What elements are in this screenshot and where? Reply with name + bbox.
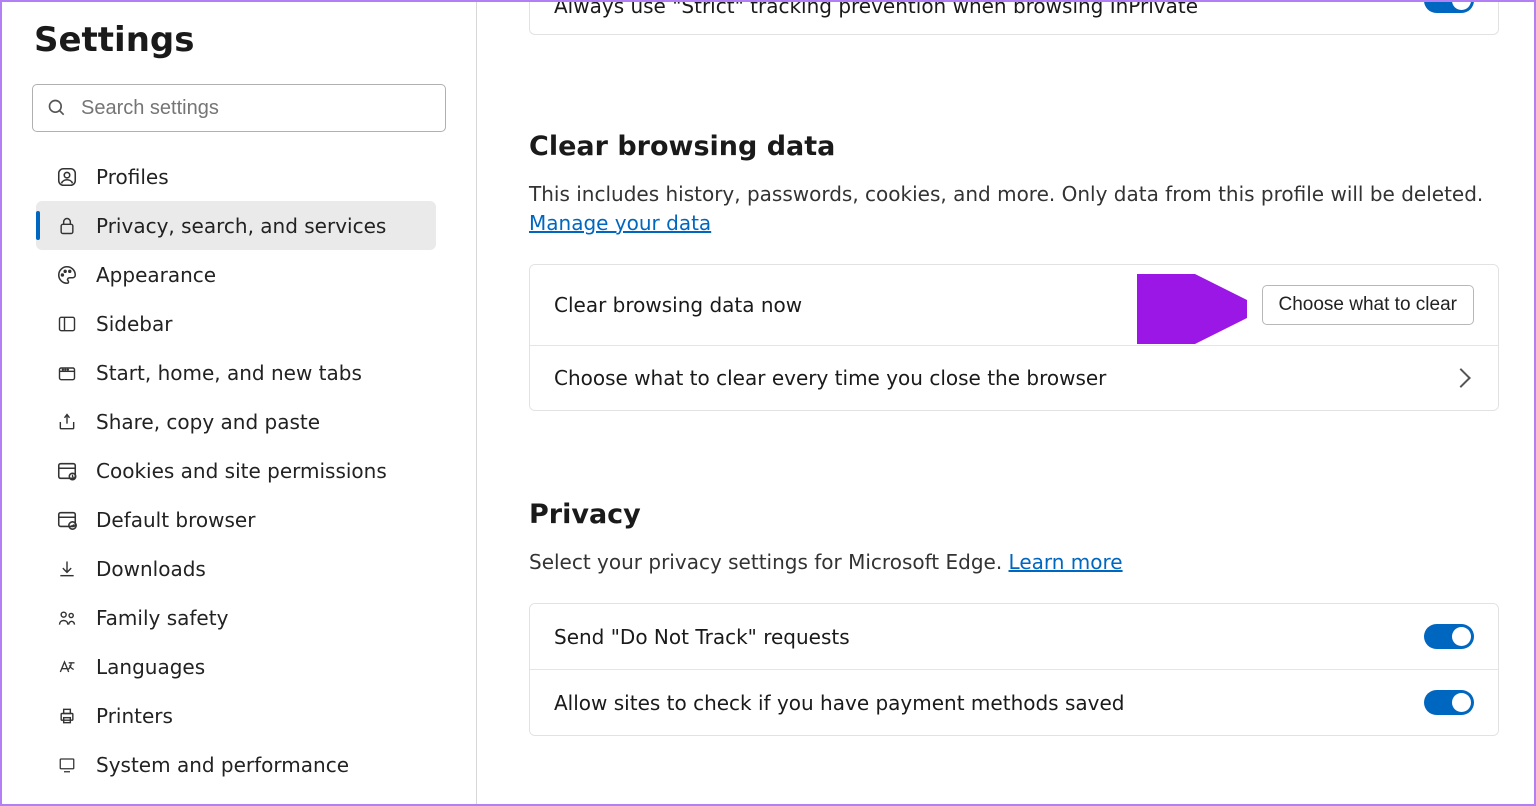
section-desc: Select your privacy settings for Microso… [529,548,1519,577]
sidebar-item-family[interactable]: Family safety [36,593,436,642]
sidebar-item-label: Family safety [96,606,228,630]
clear-on-close-row[interactable]: Choose what to clear every time you clos… [530,345,1498,410]
sidebar-item-label: Languages [96,655,205,679]
privacy-learn-more-link[interactable]: Learn more [1009,550,1123,574]
download-icon [56,558,78,580]
privacy-card: Send "Do Not Track" requests Allow sites… [529,603,1499,736]
payment-check-label: Allow sites to check if you have payment… [554,691,1124,715]
lock-icon [56,215,78,237]
sidebar-item-label: Privacy, search, and services [96,214,386,238]
sidebar-item-cookies[interactable]: Cookies and site permissions [36,446,436,495]
settings-content: Always use "Strict" tracking prevention … [477,2,1534,804]
sidebar-item-label: Printers [96,704,173,728]
dnt-toggle[interactable] [1424,624,1474,649]
section-title: Clear browsing data [529,131,1519,162]
dnt-label: Send "Do Not Track" requests [554,625,850,649]
sidebar-item-printers[interactable]: Printers [36,691,436,740]
sidebar-item-profiles[interactable]: Profiles [36,152,436,201]
clear-now-label: Clear browsing data now [554,293,802,317]
clear-browsing-card: Clear browsing data now Choose what to c… [529,264,1499,411]
clear-browsing-section: Clear browsing data This includes histor… [529,131,1519,411]
sidebar-item-label: Start, home, and new tabs [96,361,362,385]
share-icon [56,411,78,433]
browser-icon [56,509,78,531]
privacy-section: Privacy Select your privacy settings for… [529,499,1519,736]
sidebar-item-share[interactable]: Share, copy and paste [36,397,436,446]
printer-icon [56,705,78,727]
section-desc: This includes history, passwords, cookie… [529,180,1519,238]
sidebar-item-default-browser[interactable]: Default browser [36,495,436,544]
payment-check-row[interactable]: Allow sites to check if you have payment… [530,669,1498,735]
sidebar-item-sidebar[interactable]: Sidebar [36,299,436,348]
manage-data-link[interactable]: Manage your data [529,211,711,235]
sidebar-item-label: Downloads [96,557,206,581]
settings-sidebar: Settings Profiles Privacy, search, and s… [2,2,477,804]
sidebar-item-label: Default browser [96,508,255,532]
sidebar-item-privacy[interactable]: Privacy, search, and services [36,201,436,250]
payment-check-toggle[interactable] [1424,690,1474,715]
section-title: Privacy [529,499,1519,530]
monitor-icon [56,754,78,776]
choose-what-to-clear-button[interactable]: Choose what to clear [1262,285,1475,325]
cookies-icon [56,460,78,482]
sidebar-item-appearance[interactable]: Appearance [36,250,436,299]
sidebar-item-downloads[interactable]: Downloads [36,544,436,593]
profile-icon [56,166,78,188]
chevron-right-icon [1451,368,1471,388]
sidebar-item-label: Profiles [96,165,169,189]
clear-now-row: Clear browsing data now Choose what to c… [530,265,1498,345]
sidebar-item-label: Share, copy and paste [96,410,320,434]
sidebar-icon [56,313,78,335]
page-title: Settings [34,20,446,60]
sidebar-item-start[interactable]: Start, home, and new tabs [36,348,436,397]
sidebar-item-label: Appearance [96,263,216,287]
language-icon [56,656,78,678]
search-settings-field[interactable] [32,84,446,132]
dnt-row[interactable]: Send "Do Not Track" requests [530,604,1498,669]
search-input[interactable] [81,97,431,120]
strict-tracking-toggle[interactable] [1424,2,1474,13]
sidebar-item-label: System and performance [96,753,349,777]
search-icon [47,98,67,118]
palette-icon [56,264,78,286]
sidebar-item-label: Sidebar [96,312,172,336]
strict-tracking-label: Always use "Strict" tracking prevention … [554,2,1198,16]
family-icon [56,607,78,629]
tabs-icon [56,362,78,384]
sidebar-item-languages[interactable]: Languages [36,642,436,691]
clear-on-close-label: Choose what to clear every time you clos… [554,366,1106,390]
sidebar-item-system[interactable]: System and performance [36,740,436,789]
sidebar-item-label: Cookies and site permissions [96,459,387,483]
settings-nav: Profiles Privacy, search, and services A… [36,152,446,789]
strict-tracking-row[interactable]: Always use "Strict" tracking prevention … [529,2,1499,35]
